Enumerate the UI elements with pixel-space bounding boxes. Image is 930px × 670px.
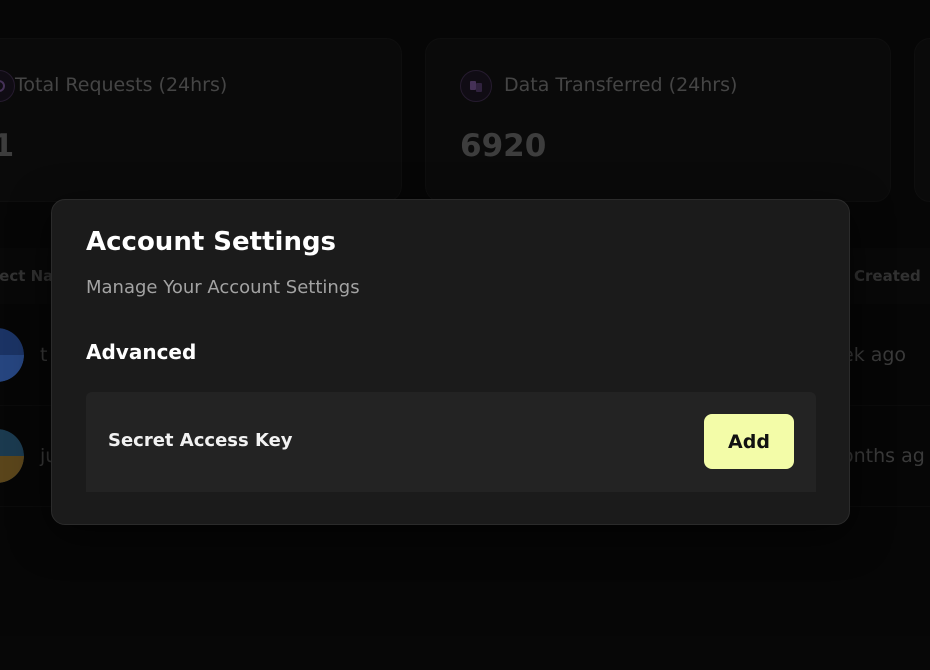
- modal-title: Account Settings: [86, 227, 337, 257]
- secret-access-key-row: Secret Access Key Add: [86, 392, 816, 492]
- modal-subtitle: Manage Your Account Settings: [86, 277, 360, 298]
- dashboard-page: Total Requests (24hrs) 31 Data Transferr…: [0, 0, 930, 670]
- setting-label: Secret Access Key: [108, 430, 293, 451]
- section-heading-advanced: Advanced: [86, 340, 197, 364]
- account-settings-modal: Account Settings Manage Your Account Set…: [51, 199, 850, 525]
- add-secret-key-button[interactable]: Add: [704, 414, 794, 469]
